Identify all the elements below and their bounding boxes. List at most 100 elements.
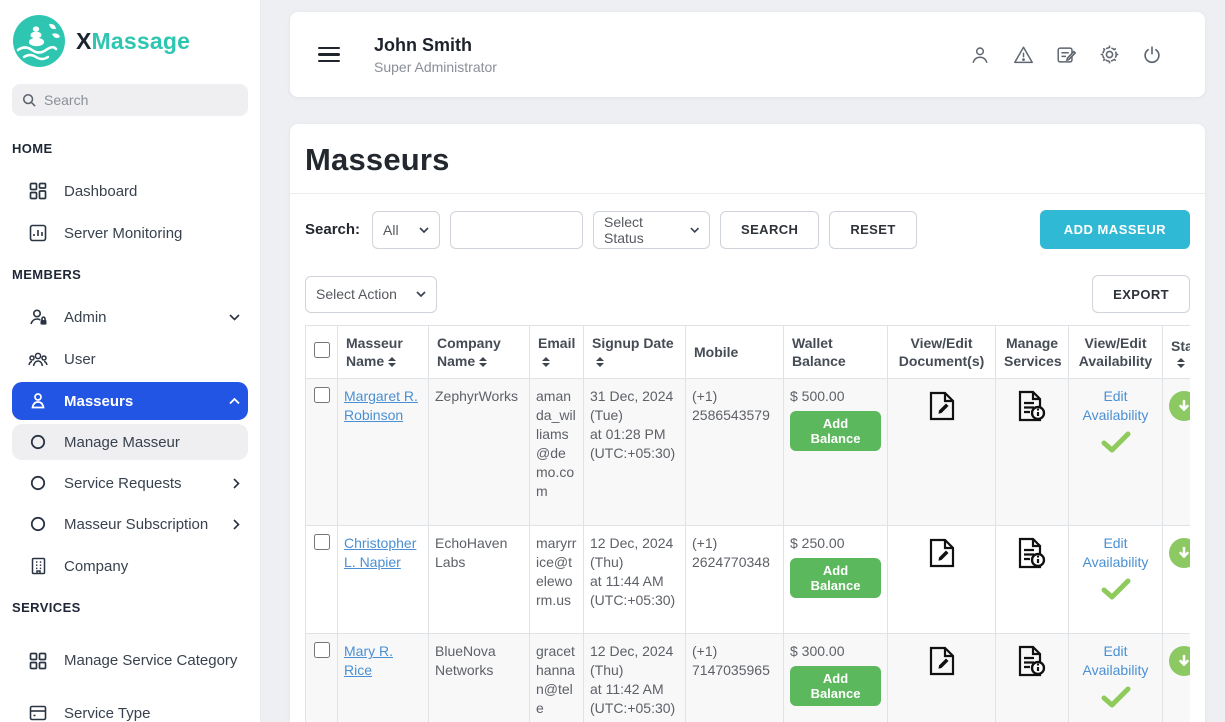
edit-availability-link[interactable]: Edit Availability <box>1075 387 1156 425</box>
signup-cell: 12 Dec, 2024 (Thu) at 11:42 AM (UTC:+05:… <box>584 634 686 722</box>
sidebar-item-admin[interactable]: Admin <box>12 302 248 332</box>
select-all-checkbox[interactable] <box>314 342 330 358</box>
signup-cell: 12 Dec, 2024 (Thu) at 11:44 AM (UTC:+05:… <box>584 526 686 634</box>
search-icon <box>22 93 36 107</box>
user-icon[interactable] <box>967 42 993 68</box>
masseur-name-link[interactable]: Christopher L. Napier <box>344 535 416 570</box>
content-card: Masseurs Search: All Select Status SEARC… <box>290 124 1205 722</box>
settings-gear-icon[interactable] <box>1096 42 1122 68</box>
user-role: Super Administrator <box>374 59 497 75</box>
mobile-cell: (+1) 2586543579 <box>686 379 784 526</box>
header-email[interactable]: Email <box>530 326 584 379</box>
row-checkbox[interactable] <box>314 534 330 550</box>
brand-text: XMassage <box>76 28 190 55</box>
sort-icon <box>596 357 604 367</box>
company-cell: ZephyrWorks <box>429 379 530 526</box>
add-balance-button[interactable]: Add Balance <box>790 666 881 706</box>
search-keyword-input[interactable] <box>450 211 583 249</box>
form-edit-icon[interactable] <box>1053 42 1079 68</box>
header-signup-date[interactable]: Signup Date <box>584 326 686 379</box>
sidebar-item-user[interactable]: User <box>12 344 248 374</box>
sidebar-item-label: User <box>64 351 96 368</box>
dashboard-grid-icon <box>28 182 48 200</box>
view-edit-document-button[interactable] <box>926 389 958 423</box>
chevron-up-icon <box>229 398 240 405</box>
sidebar-item-server-monitoring[interactable]: Server Monitoring <box>12 218 248 248</box>
company-cell: BlueNova Networks <box>429 634 530 722</box>
sidebar-item-dashboard[interactable]: Dashboard <box>12 176 248 206</box>
manage-services-button[interactable] <box>1016 644 1048 678</box>
status-select[interactable]: Select Status <box>593 211 710 249</box>
sidebar-item-service-requests[interactable]: Service Requests <box>12 468 248 498</box>
add-balance-button[interactable]: Add Balance <box>790 558 881 598</box>
power-icon[interactable] <box>1139 42 1165 68</box>
search-field-select[interactable]: All <box>372 211 440 249</box>
section-services: SERVICES <box>12 600 248 615</box>
sidebar-item-masseur-subscription[interactable]: Masseur Subscription <box>12 509 248 539</box>
row-checkbox[interactable] <box>314 387 330 403</box>
document-info-icon <box>1016 389 1048 423</box>
card-list-icon <box>28 705 48 721</box>
manage-services-button[interactable] <box>1016 389 1048 423</box>
sidebar-item-service-type[interactable]: Service Type <box>12 698 248 722</box>
sort-icon <box>1177 358 1190 368</box>
sidebar-item-label: Manage Masseur <box>64 434 180 451</box>
radio-circle-icon <box>28 475 48 491</box>
sort-icon <box>388 357 396 367</box>
action-row: Select Action EXPORT <box>305 275 1190 313</box>
sidebar-item-label: Dashboard <box>64 183 137 200</box>
admin-user-lock-icon <box>28 308 48 327</box>
row-checkbox[interactable] <box>314 642 330 658</box>
section-members: MEMBERS <box>12 267 248 282</box>
view-edit-document-button[interactable] <box>926 644 958 678</box>
manage-services-button[interactable] <box>1016 536 1048 570</box>
header-view-edit-documents: View/Edit Document(s) <box>888 326 996 379</box>
sidebar-item-manage-service-category[interactable]: Manage Service Category <box>12 638 248 684</box>
table-header-row: Masseur Name Company Name Email Signup D… <box>306 326 1191 379</box>
add-masseur-button[interactable]: ADD MASSEUR <box>1040 210 1190 249</box>
search-input[interactable] <box>44 92 238 108</box>
search-button[interactable]: SEARCH <box>720 211 819 249</box>
status-toggle-icon[interactable] <box>1169 391 1190 421</box>
document-edit-icon <box>926 536 958 570</box>
signup-cell: 31 Dec, 2024 (Tue) at 01:28 PM (UTC:+05:… <box>584 379 686 526</box>
status-toggle-icon[interactable] <box>1169 538 1190 568</box>
header-status[interactable]: Status <box>1163 326 1191 379</box>
header-company-name[interactable]: Company Name <box>429 326 530 379</box>
masseurs-table: Masseur Name Company Name Email Signup D… <box>305 325 1190 722</box>
sidebar-item-label: Manage Service Category <box>64 651 237 671</box>
sidebar-search[interactable] <box>12 84 248 116</box>
add-balance-button[interactable]: Add Balance <box>790 411 881 451</box>
export-button[interactable]: EXPORT <box>1092 275 1190 313</box>
menu-toggle-button[interactable] <box>318 43 340 67</box>
sidebar-item-masseurs[interactable]: Masseurs <box>12 382 248 420</box>
header-masseur-name[interactable]: Masseur Name <box>338 326 429 379</box>
view-edit-document-button[interactable] <box>926 536 958 570</box>
radio-circle-icon <box>28 434 48 450</box>
spa-logo-icon <box>12 14 66 68</box>
edit-availability-link[interactable]: Edit Availability <box>1075 642 1156 680</box>
sidebar-item-label: Service Requests <box>64 475 182 492</box>
section-home: HOME <box>12 141 248 156</box>
status-toggle-icon[interactable] <box>1169 646 1190 676</box>
bar-chart-icon <box>28 224 48 242</box>
select-all-header <box>306 326 338 379</box>
availability-check-icon <box>1101 686 1131 708</box>
sidebar-item-company[interactable]: Company <box>12 551 248 581</box>
table-row: Christopher L. Napier EchoHaven Labs mar… <box>306 526 1191 634</box>
bulk-action-select[interactable]: Select Action <box>305 276 437 313</box>
sidebar: XMassage HOME Dashboard Server Monitorin… <box>0 0 261 722</box>
topbar: John Smith Super Administrator <box>290 12 1205 97</box>
masseur-name-link[interactable]: Mary R. Rice <box>344 643 393 678</box>
sidebar-item-manage-masseur[interactable]: Manage Masseur <box>12 424 248 460</box>
document-edit-icon <box>926 389 958 423</box>
chevron-right-icon <box>233 519 240 530</box>
app-logo[interactable]: XMassage <box>12 14 248 68</box>
user-name: John Smith <box>374 35 497 56</box>
edit-availability-link[interactable]: Edit Availability <box>1075 534 1156 572</box>
wallet-amount: $ 500.00 <box>790 387 881 406</box>
sidebar-item-label: Company <box>64 558 128 575</box>
masseur-name-link[interactable]: Margaret R. Robinson <box>344 388 418 423</box>
alert-triangle-icon[interactable] <box>1010 42 1036 68</box>
reset-button[interactable]: RESET <box>829 211 916 249</box>
